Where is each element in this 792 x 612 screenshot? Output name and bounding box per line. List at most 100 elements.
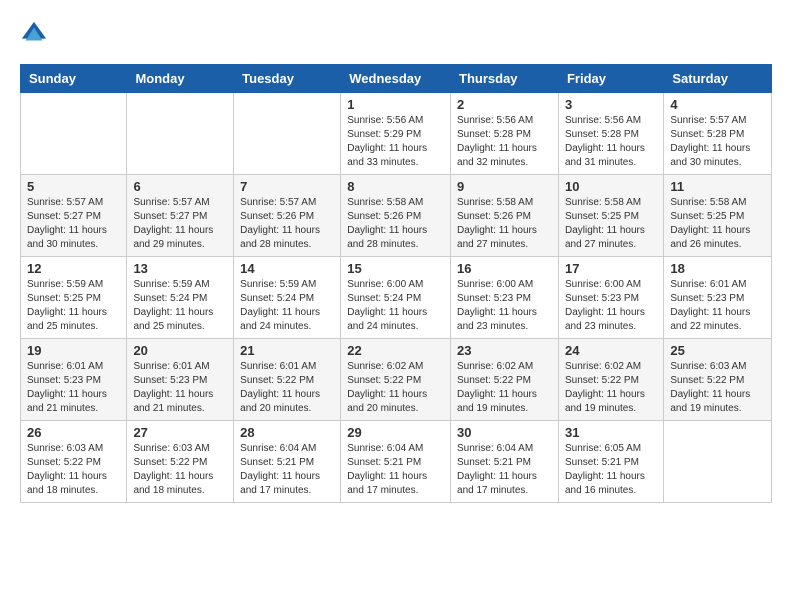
calendar-cell: 23 Sunrise: 6:02 AM Sunset: 5:22 PM Dayli… xyxy=(451,339,559,421)
weekday-header: Wednesday xyxy=(341,65,451,93)
day-number: 25 xyxy=(670,343,765,358)
calendar-cell: 4Sunrise: 5:57 AM Sunset: 5:28 PM Daylig… xyxy=(664,93,772,175)
calendar-week-row: 12 Sunrise: 5:59 AM Sunset: 5:25 PM Dayli… xyxy=(21,257,772,339)
day-number: 23 xyxy=(457,343,552,358)
day-number: 5 xyxy=(27,179,120,194)
day-number: 9 xyxy=(457,179,552,194)
calendar-cell: 28 Sunrise: 6:04 AM Sunset: 5:21 PM Dayli… xyxy=(234,421,341,503)
weekday-header: Friday xyxy=(558,65,663,93)
calendar-cell: 24 Sunrise: 6:02 AM Sunset: 5:22 PM Dayli… xyxy=(558,339,663,421)
day-info: Sunrise: 6:04 AM Sunset: 5:21 PM Dayligh… xyxy=(347,442,444,498)
day-info: Sunrise: 5:56 AM Sunset: 5:28 PM Dayligh… xyxy=(457,114,552,170)
day-info: Sunrise: 5:56 AM Sunset: 5:29 PM Dayligh… xyxy=(347,114,444,170)
calendar-cell xyxy=(234,93,341,175)
day-info: Sunrise: 5:59 AM Sunset: 5:24 PM Dayligh… xyxy=(240,278,334,334)
calendar-cell: 13 Sunrise: 5:59 AM Sunset: 5:24 PM Dayli… xyxy=(127,257,234,339)
day-number: 30 xyxy=(457,425,552,440)
day-number: 20 xyxy=(133,343,227,358)
day-info: Sunrise: 6:01 AM Sunset: 5:23 PM Dayligh… xyxy=(133,360,227,416)
calendar-cell: 16Sunrise: 6:00 AM Sunset: 5:23 PM Dayli… xyxy=(451,257,559,339)
day-info: Sunrise: 5:57 AM Sunset: 5:27 PM Dayligh… xyxy=(133,196,227,252)
day-number: 21 xyxy=(240,343,334,358)
day-number: 2 xyxy=(457,97,552,112)
day-info: Sunrise: 6:02 AM Sunset: 5:22 PM Dayligh… xyxy=(457,360,552,416)
calendar-cell: 26 Sunrise: 6:03 AM Sunset: 5:22 PM Dayli… xyxy=(21,421,127,503)
day-number: 29 xyxy=(347,425,444,440)
day-info: Sunrise: 6:01 AM Sunset: 5:23 PM Dayligh… xyxy=(670,278,765,334)
day-info: Sunrise: 5:58 AM Sunset: 5:26 PM Dayligh… xyxy=(457,196,552,252)
day-number: 17 xyxy=(565,261,657,276)
day-number: 19 xyxy=(27,343,120,358)
weekday-header: Sunday xyxy=(21,65,127,93)
day-number: 16 xyxy=(457,261,552,276)
calendar-header-row: SundayMondayTuesdayWednesdayThursdayFrid… xyxy=(21,65,772,93)
day-number: 6 xyxy=(133,179,227,194)
calendar-week-row: 5 Sunrise: 5:57 AM Sunset: 5:27 PM Daylig… xyxy=(21,175,772,257)
calendar-cell: 9 Sunrise: 5:58 AM Sunset: 5:26 PM Daylig… xyxy=(451,175,559,257)
weekday-header: Monday xyxy=(127,65,234,93)
calendar-cell: 8 Sunrise: 5:58 AM Sunset: 5:26 PM Daylig… xyxy=(341,175,451,257)
day-info: Sunrise: 5:58 AM Sunset: 5:25 PM Dayligh… xyxy=(670,196,765,252)
calendar-cell: 20 Sunrise: 6:01 AM Sunset: 5:23 PM Dayli… xyxy=(127,339,234,421)
day-number: 14 xyxy=(240,261,334,276)
calendar-cell: 27 Sunrise: 6:03 AM Sunset: 5:22 PM Dayli… xyxy=(127,421,234,503)
day-info: Sunrise: 5:57 AM Sunset: 5:26 PM Dayligh… xyxy=(240,196,334,252)
calendar-week-row: 19 Sunrise: 6:01 AM Sunset: 5:23 PM Dayli… xyxy=(21,339,772,421)
weekday-header: Tuesday xyxy=(234,65,341,93)
calendar-cell: 29 Sunrise: 6:04 AM Sunset: 5:21 PM Dayli… xyxy=(341,421,451,503)
day-info: Sunrise: 6:03 AM Sunset: 5:22 PM Dayligh… xyxy=(133,442,227,498)
day-info: Sunrise: 5:58 AM Sunset: 5:25 PM Dayligh… xyxy=(565,196,657,252)
calendar-cell: 1Sunrise: 5:56 AM Sunset: 5:29 PM Daylig… xyxy=(341,93,451,175)
calendar-cell xyxy=(21,93,127,175)
day-number: 15 xyxy=(347,261,444,276)
calendar-cell: 22Sunrise: 6:02 AM Sunset: 5:22 PM Dayli… xyxy=(341,339,451,421)
weekday-header: Thursday xyxy=(451,65,559,93)
day-info: Sunrise: 6:00 AM Sunset: 5:23 PM Dayligh… xyxy=(565,278,657,334)
day-number: 12 xyxy=(27,261,120,276)
calendar-cell: 21 Sunrise: 6:01 AM Sunset: 5:22 PM Dayli… xyxy=(234,339,341,421)
day-info: Sunrise: 6:03 AM Sunset: 5:22 PM Dayligh… xyxy=(670,360,765,416)
calendar-cell: 5 Sunrise: 5:57 AM Sunset: 5:27 PM Daylig… xyxy=(21,175,127,257)
calendar-cell: 7 Sunrise: 5:57 AM Sunset: 5:26 PM Daylig… xyxy=(234,175,341,257)
calendar-cell: 14 Sunrise: 5:59 AM Sunset: 5:24 PM Dayli… xyxy=(234,257,341,339)
day-info: Sunrise: 5:57 AM Sunset: 5:28 PM Dayligh… xyxy=(670,114,765,170)
calendar-cell: 18Sunrise: 6:01 AM Sunset: 5:23 PM Dayli… xyxy=(664,257,772,339)
calendar-week-row: 26 Sunrise: 6:03 AM Sunset: 5:22 PM Dayli… xyxy=(21,421,772,503)
calendar-cell: 31Sunrise: 6:05 AM Sunset: 5:21 PM Dayli… xyxy=(558,421,663,503)
day-info: Sunrise: 5:59 AM Sunset: 5:25 PM Dayligh… xyxy=(27,278,120,334)
weekday-header: Saturday xyxy=(664,65,772,93)
day-info: Sunrise: 5:57 AM Sunset: 5:27 PM Dayligh… xyxy=(27,196,120,252)
day-info: Sunrise: 5:58 AM Sunset: 5:26 PM Dayligh… xyxy=(347,196,444,252)
calendar-cell: 25 Sunrise: 6:03 AM Sunset: 5:22 PM Dayli… xyxy=(664,339,772,421)
day-info: Sunrise: 6:02 AM Sunset: 5:22 PM Dayligh… xyxy=(565,360,657,416)
day-info: Sunrise: 6:04 AM Sunset: 5:21 PM Dayligh… xyxy=(240,442,334,498)
calendar-cell: 6 Sunrise: 5:57 AM Sunset: 5:27 PM Daylig… xyxy=(127,175,234,257)
day-number: 3 xyxy=(565,97,657,112)
day-number: 13 xyxy=(133,261,227,276)
calendar-week-row: 1Sunrise: 5:56 AM Sunset: 5:29 PM Daylig… xyxy=(21,93,772,175)
day-number: 31 xyxy=(565,425,657,440)
day-number: 24 xyxy=(565,343,657,358)
calendar-cell: 17 Sunrise: 6:00 AM Sunset: 5:23 PM Dayli… xyxy=(558,257,663,339)
day-number: 26 xyxy=(27,425,120,440)
day-info: Sunrise: 6:01 AM Sunset: 5:22 PM Dayligh… xyxy=(240,360,334,416)
calendar-cell: 12 Sunrise: 5:59 AM Sunset: 5:25 PM Dayli… xyxy=(21,257,127,339)
calendar-cell: 15Sunrise: 6:00 AM Sunset: 5:24 PM Dayli… xyxy=(341,257,451,339)
day-info: Sunrise: 6:01 AM Sunset: 5:23 PM Dayligh… xyxy=(27,360,120,416)
day-number: 7 xyxy=(240,179,334,194)
calendar-cell: 30Sunrise: 6:04 AM Sunset: 5:21 PM Dayli… xyxy=(451,421,559,503)
day-number: 28 xyxy=(240,425,334,440)
day-number: 10 xyxy=(565,179,657,194)
day-number: 27 xyxy=(133,425,227,440)
day-number: 8 xyxy=(347,179,444,194)
day-number: 11 xyxy=(670,179,765,194)
day-info: Sunrise: 6:03 AM Sunset: 5:22 PM Dayligh… xyxy=(27,442,120,498)
calendar-cell: 10 Sunrise: 5:58 AM Sunset: 5:25 PM Dayli… xyxy=(558,175,663,257)
calendar-table: SundayMondayTuesdayWednesdayThursdayFrid… xyxy=(20,64,772,503)
day-info: Sunrise: 5:56 AM Sunset: 5:28 PM Dayligh… xyxy=(565,114,657,170)
day-number: 22 xyxy=(347,343,444,358)
calendar-cell: 11 Sunrise: 5:58 AM Sunset: 5:25 PM Dayli… xyxy=(664,175,772,257)
calendar-cell xyxy=(664,421,772,503)
day-info: Sunrise: 5:59 AM Sunset: 5:24 PM Dayligh… xyxy=(133,278,227,334)
calendar-cell xyxy=(127,93,234,175)
